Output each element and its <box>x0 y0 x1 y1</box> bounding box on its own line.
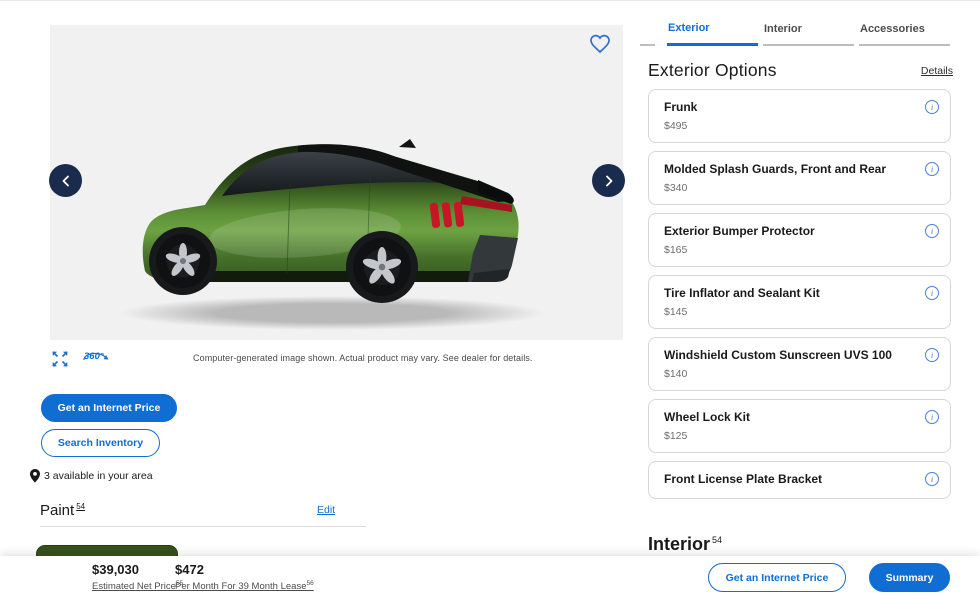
option-title: Tire Inflator and Sealant Kit <box>664 287 916 301</box>
search-inventory-button[interactable]: Search Inventory <box>41 429 160 457</box>
chevron-right-icon <box>604 175 614 187</box>
option-price: $125 <box>664 430 916 442</box>
option-card[interactable]: Frunk $495 i <box>648 89 951 143</box>
lease-price-group: $472 Per Month For 39 Month Lease56 <box>175 562 314 592</box>
favorite-heart-icon[interactable] <box>587 32 613 58</box>
availability-text: 3 available in your area <box>44 470 153 482</box>
bar-get-internet-price-button[interactable]: Get an Internet Price <box>708 563 846 592</box>
option-card[interactable]: Molded Splash Guards, Front and Rear $34… <box>648 151 951 205</box>
net-price-amount: $39,030 <box>92 562 183 577</box>
image-disclaimer: Computer-generated image shown. Actual p… <box>193 353 533 363</box>
option-price: $495 <box>664 120 916 132</box>
media-controls-row: 360° Computer-generated image shown. Act… <box>50 346 623 370</box>
option-card[interactable]: Wheel Lock Kit $125 i <box>648 399 951 453</box>
option-title: Exterior Bumper Protector <box>664 225 916 239</box>
get-internet-price-button[interactable]: Get an Internet Price <box>41 394 177 422</box>
summary-button[interactable]: Summary <box>869 563 950 592</box>
paint-section-title: Paint54 <box>40 502 85 519</box>
option-title: Windshield Custom Sunscreen UVS 100 <box>664 349 916 363</box>
paint-footnote[interactable]: 54 <box>76 502 85 511</box>
vehicle-image <box>50 25 623 340</box>
net-price-group: $39,030 Estimated Net Price55 <box>92 562 183 592</box>
options-panel: Exterior Interior Accessories Exterior O… <box>640 0 958 556</box>
option-title: Wheel Lock Kit <box>664 411 916 425</box>
chevron-left-icon <box>61 175 71 187</box>
interior-footnote: 54 <box>712 535 722 545</box>
info-icon[interactable]: i <box>925 100 939 114</box>
option-price: $145 <box>664 306 916 318</box>
fullscreen-expand-icon[interactable] <box>51 350 69 368</box>
option-price: $140 <box>664 368 916 380</box>
tabs-leading-rule <box>640 16 655 46</box>
option-card[interactable]: Exterior Bumper Protector $165 i <box>648 213 951 267</box>
location-pin-icon <box>30 469 40 483</box>
option-title: Frunk <box>664 101 916 115</box>
rotate-360-label: 360° <box>84 351 104 362</box>
option-price: $340 <box>664 182 916 194</box>
option-title: Molded Splash Guards, Front and Rear <box>664 163 916 177</box>
lease-price-label[interactable]: Per Month For 39 Month Lease56 <box>175 580 314 592</box>
option-card[interactable]: Tire Inflator and Sealant Kit $145 i <box>648 275 951 329</box>
info-icon[interactable]: i <box>925 410 939 424</box>
options-tabs: Exterior Interior Accessories <box>640 16 955 46</box>
paint-divider <box>40 526 366 527</box>
tab-interior[interactable]: Interior <box>763 17 854 46</box>
info-icon[interactable]: i <box>925 224 939 238</box>
option-card[interactable]: Windshield Custom Sunscreen UVS 100 $140… <box>648 337 951 391</box>
option-title: Front License Plate Bracket <box>664 473 916 487</box>
carousel-next-button[interactable] <box>592 164 625 197</box>
option-card[interactable]: Front License Plate Bracket i <box>648 461 951 499</box>
details-link[interactable]: Details <box>921 65 953 77</box>
info-icon[interactable]: i <box>925 162 939 176</box>
option-price: $165 <box>664 244 916 256</box>
interior-section-title: Interior54 <box>648 534 722 555</box>
heart-icon <box>588 32 612 56</box>
vehicle-image-stage <box>50 25 623 340</box>
net-price-label[interactable]: Estimated Net Price55 <box>92 580 183 592</box>
price-summary-bar: $39,030 Estimated Net Price55 $472 Per M… <box>0 556 980 599</box>
availability-row: 3 available in your area <box>30 469 153 483</box>
paint-edit-link[interactable]: Edit <box>317 504 335 516</box>
rotate-360-icon[interactable]: 360° <box>80 347 110 369</box>
exterior-options-heading: Exterior Options <box>648 60 777 81</box>
info-icon[interactable]: i <box>925 286 939 300</box>
tab-exterior[interactable]: Exterior <box>667 16 758 46</box>
options-list: Frunk $495 i Molded Splash Guards, Front… <box>648 89 951 507</box>
info-icon[interactable]: i <box>925 472 939 486</box>
lease-price-amount: $472 <box>175 562 314 577</box>
tab-accessories[interactable]: Accessories <box>859 17 950 46</box>
vehicle-configurator-page: 360° Computer-generated image shown. Act… <box>0 0 980 599</box>
carousel-prev-button[interactable] <box>49 164 82 197</box>
info-icon[interactable]: i <box>925 348 939 362</box>
